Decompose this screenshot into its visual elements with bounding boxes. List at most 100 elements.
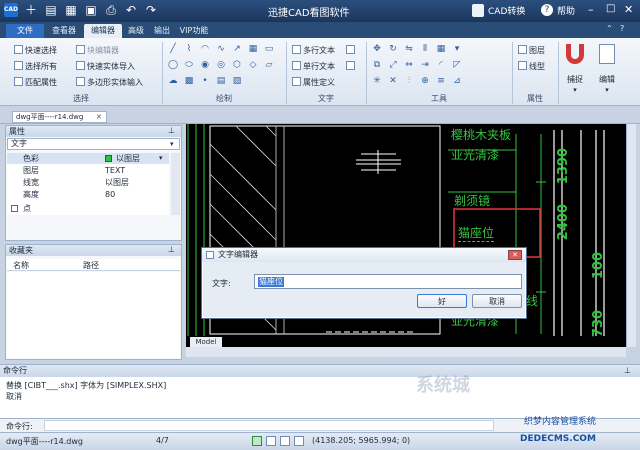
edit-button[interactable]: 编辑 ▾ [594, 42, 620, 94]
break-icon[interactable]: ⫶ [404, 76, 414, 86]
undo-icon[interactable]: ↶ [124, 3, 138, 17]
rotate-icon[interactable]: ↻ [388, 44, 398, 54]
linetype-button[interactable]: 线型 [518, 60, 545, 73]
ribbon-help-icon[interactable]: ? [620, 24, 624, 33]
chamfer-icon[interactable]: ◸ [452, 60, 462, 70]
ribbon-collapse-icon[interactable]: ⌃ [606, 24, 613, 33]
save-icon[interactable]: ▦ [64, 3, 78, 17]
arc-icon[interactable]: ◠ [200, 44, 210, 54]
ray-icon[interactable]: ↗ [232, 44, 242, 54]
measure-icon[interactable]: ⊿ [452, 76, 462, 86]
tab-file[interactable]: 文件 [6, 24, 44, 38]
text-input[interactable]: 猫座位 [254, 274, 522, 289]
property-row[interactable]: 图层 TEXT [7, 165, 169, 176]
canvas-vscrollbar[interactable] [626, 124, 636, 347]
dot-icon[interactable]: • [200, 76, 210, 86]
ortho-toggle-icon[interactable] [280, 436, 290, 446]
snap-button[interactable]: 捕捉 ▾ [562, 42, 588, 94]
pin-icon[interactable]: ⊥ [168, 126, 175, 135]
help-button[interactable]: 帮助 [557, 4, 575, 17]
wipeout-icon[interactable]: ▱ [264, 60, 274, 70]
tab-advanced[interactable]: 高级 [124, 24, 148, 38]
mtext-button[interactable]: 多行文本 [292, 44, 335, 57]
region-icon[interactable]: ◇ [248, 60, 258, 70]
text-find-button[interactable] [346, 60, 357, 73]
attribute-definition-button[interactable]: 属性定义 [292, 76, 335, 89]
column-path[interactable]: 路径 [83, 260, 99, 271]
expand-icon[interactable] [11, 205, 18, 212]
drawing-text-selected[interactable]: 猫座位 [458, 224, 495, 242]
cad-convert-button[interactable]: CAD转换 [488, 4, 525, 17]
hatch-icon[interactable]: ▦ [248, 44, 258, 54]
grid-toggle-icon[interactable] [266, 436, 276, 446]
offset-icon[interactable]: ⫴ [420, 44, 430, 54]
array-icon[interactable]: ▦ [436, 44, 446, 54]
chevron-down-icon[interactable]: ▾ [159, 153, 163, 164]
extend-icon[interactable]: ⇥ [420, 60, 430, 70]
cad-convert-icon[interactable] [472, 4, 484, 17]
spline-icon[interactable]: ∿ [216, 44, 226, 54]
layer-button[interactable]: 图层 [518, 44, 545, 57]
line-icon[interactable]: ╱ [168, 44, 178, 54]
command-input[interactable] [44, 420, 494, 431]
match-properties-button[interactable]: 匹配属性 [14, 76, 57, 89]
drawing-text[interactable]: 剃须镜 [454, 192, 490, 209]
dialog-close-icon[interactable]: ✕ [508, 250, 522, 260]
column-name[interactable]: 名称 [13, 260, 29, 271]
property-row[interactable]: 色彩 以图层 ▾ [7, 153, 169, 164]
donut-icon[interactable]: ◎ [216, 60, 226, 70]
new-icon[interactable]: ＋ [24, 3, 38, 17]
drawing-text[interactable]: 樱桃木夹板 [451, 126, 511, 143]
mirror-icon[interactable]: ⇋ [404, 44, 414, 54]
tab-editor[interactable]: 编辑器 [84, 24, 122, 38]
polygon-draw-icon[interactable]: ⬡ [232, 60, 242, 70]
polygon-entity-input-button[interactable]: 多边形实体输入 [76, 76, 143, 89]
drawing-text[interactable]: 亚光清漆 [451, 146, 499, 163]
ellipse-icon[interactable]: ⬭ [184, 60, 194, 70]
tab-output[interactable]: 输出 [150, 24, 174, 38]
snap-toggle-icon[interactable] [252, 436, 262, 446]
property-row[interactable]: 线宽 以图层 [7, 177, 169, 188]
fillet-icon[interactable]: ◜ [436, 60, 446, 70]
saveas-icon[interactable]: ▣ [84, 3, 98, 17]
close-icon[interactable]: ✕ [624, 3, 633, 16]
polyline-icon[interactable]: ⌇ [184, 44, 194, 54]
block-editor-button[interactable]: 块编辑器 [76, 44, 119, 57]
single-line-text-button[interactable]: 单行文本 [292, 60, 335, 73]
property-row[interactable]: 高度 80 [7, 189, 169, 200]
erase-icon[interactable]: ✕ [388, 76, 398, 86]
move-icon[interactable]: ✥ [372, 44, 382, 54]
polar-toggle-icon[interactable] [294, 436, 304, 446]
grid-icon[interactable]: ▩ [184, 76, 194, 86]
pin-icon[interactable]: ⊥ [624, 366, 631, 375]
tab-viewer[interactable]: 查看器 [46, 24, 82, 38]
print-icon[interactable]: ⎙ [104, 3, 118, 17]
scale-icon[interactable]: ⤢ [388, 60, 398, 70]
ok-button[interactable]: 好 [417, 294, 467, 308]
help-icon[interactable]: ? [541, 4, 553, 16]
align-icon[interactable]: ≡ [436, 76, 446, 86]
model-tab[interactable]: Model [190, 337, 222, 347]
copy-icon[interactable]: ⧉ [372, 60, 382, 70]
rect-dropdown-icon[interactable]: ▭ [264, 44, 274, 54]
table-icon[interactable]: ▤ [216, 76, 226, 86]
point-icon[interactable]: ◉ [200, 60, 210, 70]
properties-scrollbar[interactable] [171, 153, 180, 215]
circle-icon[interactable]: ◯ [168, 60, 178, 70]
canvas-hscrollbar[interactable] [186, 347, 626, 357]
property-row-point[interactable]: 点 [7, 203, 169, 214]
select-all-button[interactable]: 选择所有 [14, 60, 57, 73]
explode-icon[interactable]: ✳ [372, 76, 382, 86]
join-icon[interactable]: ⊕ [420, 76, 430, 86]
tab-vip[interactable]: VIP功能 [176, 24, 212, 38]
maximize-icon[interactable]: □ [606, 3, 615, 14]
minimize-icon[interactable]: – [588, 3, 594, 16]
redo-icon[interactable]: ↷ [144, 3, 158, 17]
trim-dropdown-icon[interactable]: ▾ [452, 44, 462, 54]
stretch-icon[interactable]: ⇔ [404, 60, 414, 70]
cancel-button[interactable]: 取消 [472, 294, 522, 308]
tab-close-icon[interactable]: ✕ [96, 112, 102, 123]
document-tab[interactable]: dwg平面----r14.dwg ✕ [12, 111, 107, 123]
quick-entity-import-button[interactable]: 快速实体导入 [76, 60, 135, 73]
text-style-button[interactable] [346, 44, 357, 57]
